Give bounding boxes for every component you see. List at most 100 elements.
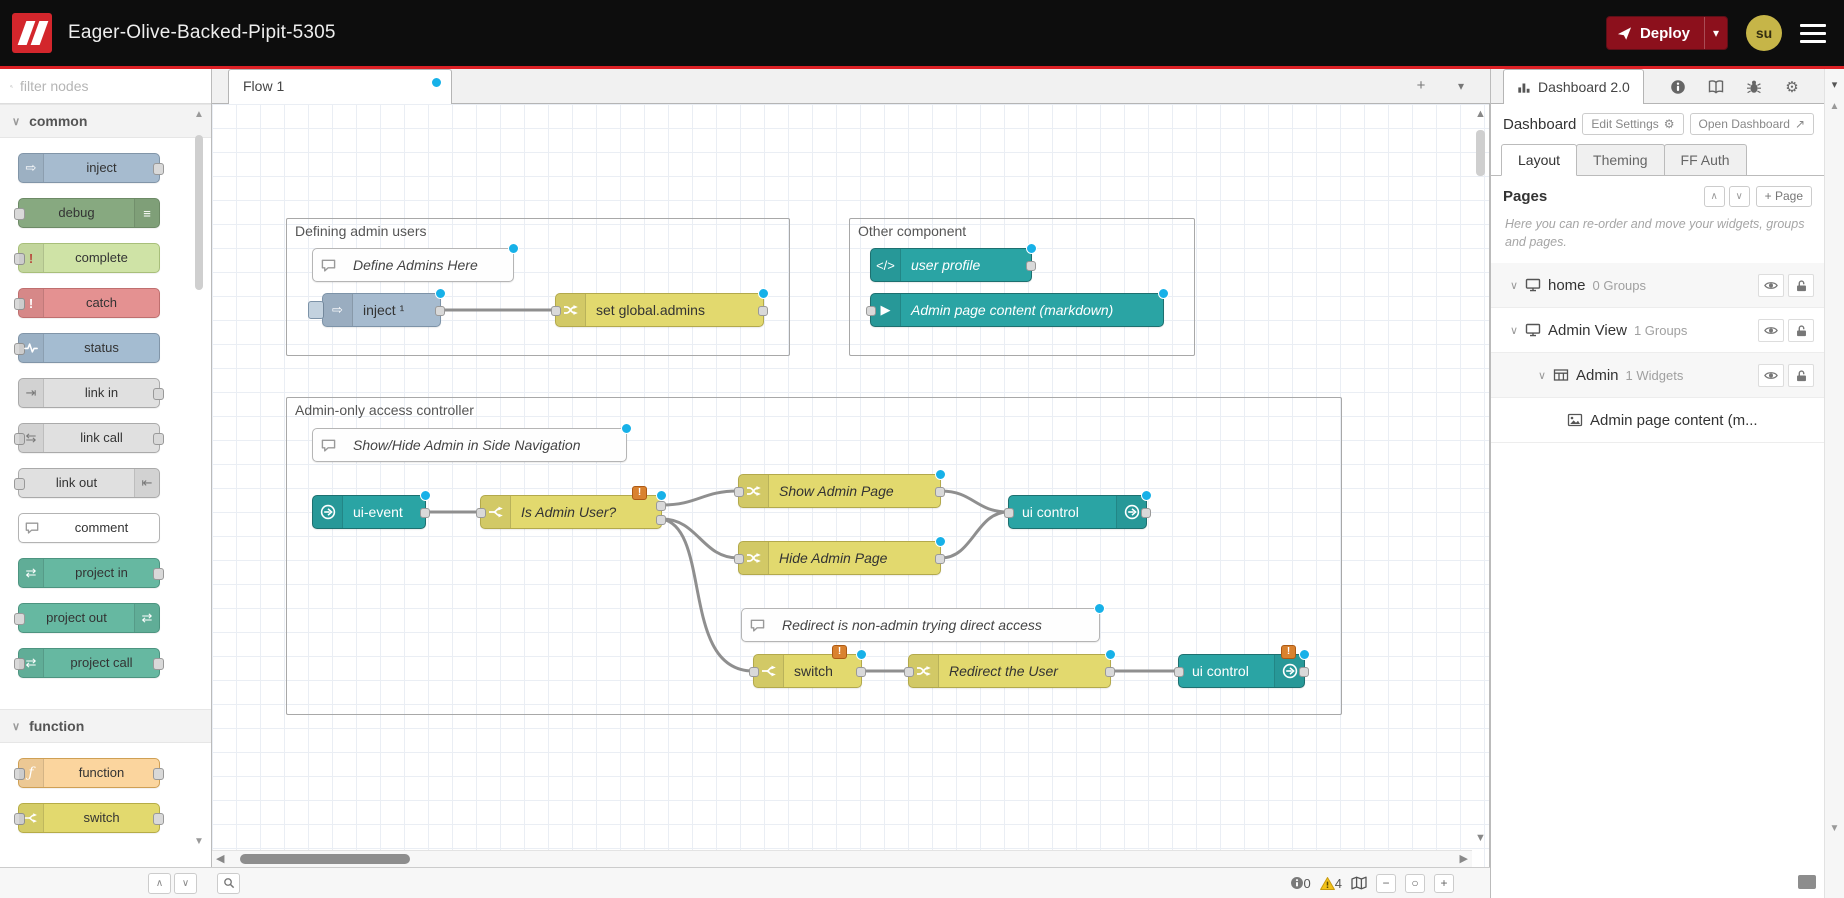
node-set-global-admins[interactable]: set global.admins xyxy=(555,293,764,327)
node-ui-control-2[interactable]: ui control ! xyxy=(1178,654,1305,688)
sidebar-resize-button[interactable] xyxy=(1798,875,1816,889)
tab-theming[interactable]: Theming xyxy=(1576,144,1664,175)
palette-node-project-in[interactable]: ⇄ project in xyxy=(18,558,160,588)
port-out-1[interactable] xyxy=(656,501,666,511)
palette-node-comment[interactable]: comment xyxy=(18,513,160,543)
chevron-down-icon[interactable]: ∨ xyxy=(1507,279,1521,292)
port-out[interactable] xyxy=(435,306,445,316)
tab-help[interactable] xyxy=(1697,69,1735,104)
port-in[interactable] xyxy=(866,306,876,316)
zoom-reset-button[interactable]: ○ xyxy=(1405,874,1425,893)
node-change-hide-admin-page[interactable]: Hide Admin Page xyxy=(738,541,941,575)
visibility-button[interactable] xyxy=(1758,274,1784,297)
scroll-up-icon[interactable]: ▲ xyxy=(1825,101,1844,112)
deploy-button[interactable]: Deploy ▾ xyxy=(1606,16,1728,50)
scroll-up-icon[interactable]: ▲ xyxy=(1475,108,1486,120)
tree-row-admin-group[interactable]: ∨ Admin 1 Widgets xyxy=(1491,353,1824,398)
lock-button[interactable] xyxy=(1788,319,1814,342)
zoom-out-button[interactable]: − xyxy=(1376,874,1396,893)
lock-button[interactable] xyxy=(1788,364,1814,387)
lock-button[interactable] xyxy=(1788,274,1814,297)
collapse-all-button[interactable]: ∧ xyxy=(1704,186,1725,207)
open-dashboard-button[interactable]: Open Dashboard ↗ xyxy=(1690,113,1814,135)
port-in[interactable] xyxy=(1174,667,1184,677)
tab-ff-auth[interactable]: FF Auth xyxy=(1664,144,1747,175)
node-switch[interactable]: switch ! xyxy=(753,654,862,688)
scroll-right-icon[interactable]: ▶ xyxy=(1460,852,1468,865)
node-change-redirect-the-user[interactable]: Redirect the User xyxy=(908,654,1111,688)
port-out[interactable] xyxy=(758,306,768,316)
navigator-toggle-button[interactable] xyxy=(1351,875,1367,892)
port-out-2[interactable] xyxy=(656,515,666,525)
sidebar-tabs-caret[interactable]: ▾ xyxy=(1825,78,1844,91)
node-comment-redirect[interactable]: Redirect is non-admin trying direct acce… xyxy=(741,608,1100,642)
add-page-button[interactable]: + Page xyxy=(1756,186,1812,207)
palette-node-status[interactable]: status xyxy=(18,333,160,363)
port-out[interactable] xyxy=(1105,667,1115,677)
scroll-up-icon[interactable]: ▲ xyxy=(192,109,206,120)
expand-all-button[interactable]: ∨ xyxy=(1729,186,1750,207)
node-inject[interactable]: ⇨ inject ¹ xyxy=(322,293,441,327)
palette-node-function[interactable]: ƒ function xyxy=(18,758,160,788)
wire[interactable] xyxy=(941,512,1008,558)
focus-up-button[interactable]: ∧ xyxy=(148,873,171,894)
search-flows-button[interactable] xyxy=(217,873,240,894)
tab-layout[interactable]: Layout xyxy=(1501,144,1577,176)
node-ui-control-1[interactable]: ui control xyxy=(1008,495,1147,529)
flow-canvas[interactable]: Defining admin users Other component Adm… xyxy=(212,104,1490,867)
tree-row-home[interactable]: ∨ home 0 Groups xyxy=(1491,263,1824,308)
tree-row-admin-view[interactable]: ∨ Admin View 1 Groups xyxy=(1491,308,1824,353)
palette-scrollbar-thumb[interactable] xyxy=(195,135,203,290)
palette-category-common[interactable]: ∨ common xyxy=(0,104,211,138)
node-change-show-admin-page[interactable]: Show Admin Page xyxy=(738,474,941,508)
focus-down-button[interactable]: ∨ xyxy=(174,873,197,894)
port-in[interactable] xyxy=(551,306,561,316)
inject-trigger-button[interactable] xyxy=(308,301,324,319)
scroll-left-icon[interactable]: ◀ xyxy=(216,852,224,865)
port-out[interactable] xyxy=(935,487,945,497)
main-menu-button[interactable] xyxy=(1800,24,1826,43)
port-in[interactable] xyxy=(734,487,744,497)
palette-filter-input[interactable] xyxy=(20,78,201,94)
scroll-down-icon[interactable]: ▼ xyxy=(192,836,206,847)
visibility-button[interactable] xyxy=(1758,319,1784,342)
port-out[interactable] xyxy=(1026,261,1036,271)
port-in[interactable] xyxy=(904,667,914,677)
tab-flow-1[interactable]: Flow 1 xyxy=(228,69,452,104)
user-avatar[interactable]: su xyxy=(1746,15,1782,51)
palette-node-link-in[interactable]: ⇥ link in xyxy=(18,378,160,408)
palette-node-link-call[interactable]: ⇆ link call xyxy=(18,423,160,453)
port-in[interactable] xyxy=(749,667,759,677)
chevron-down-icon[interactable]: ∨ xyxy=(1535,369,1549,382)
scroll-down-icon[interactable]: ▼ xyxy=(1475,832,1486,844)
node-comment-define-admins[interactable]: Define Admins Here xyxy=(312,248,514,282)
port-out[interactable] xyxy=(1141,508,1151,518)
palette-node-catch[interactable]: ! catch xyxy=(18,288,160,318)
scroll-down-icon[interactable]: ▼ xyxy=(1825,823,1844,834)
port-in[interactable] xyxy=(1004,508,1014,518)
tab-dashboard-2[interactable]: Dashboard 2.0 xyxy=(1503,69,1644,104)
vertical-scrollbar-thumb[interactable] xyxy=(1476,130,1485,176)
palette-node-inject[interactable]: ⇨ inject xyxy=(18,153,160,183)
palette-node-debug[interactable]: ≡ debug xyxy=(18,198,160,228)
tree-row-admin-page-content-widget[interactable]: Admin page content (m... xyxy=(1491,398,1824,443)
node-ui-template-admin-page-content[interactable]: ▶ Admin page content (markdown) xyxy=(870,293,1164,327)
add-flow-button[interactable]: + xyxy=(1408,73,1434,99)
warning-count-indicator[interactable]: 4 xyxy=(1320,876,1342,891)
edit-settings-button[interactable]: Edit Settings ⚙ xyxy=(1582,113,1683,135)
tab-debug[interactable] xyxy=(1735,69,1773,104)
port-out[interactable] xyxy=(935,554,945,564)
palette-node-switch[interactable]: switch xyxy=(18,803,160,833)
port-in[interactable] xyxy=(734,554,744,564)
flow-list-caret[interactable]: ▾ xyxy=(1448,73,1474,99)
deploy-options-caret[interactable]: ▾ xyxy=(1704,17,1727,49)
node-ui-event[interactable]: ui-event xyxy=(312,495,426,529)
tab-info[interactable] xyxy=(1659,69,1697,104)
palette-category-function[interactable]: ∨ function xyxy=(0,709,211,743)
port-out[interactable] xyxy=(856,667,866,677)
palette-node-project-out[interactable]: ⇄ project out xyxy=(18,603,160,633)
node-comment-show-hide-admin[interactable]: Show/Hide Admin in Side Navigation xyxy=(312,428,627,462)
node-ui-template-user-profile[interactable]: </> user profile xyxy=(870,248,1032,282)
palette-node-complete[interactable]: ! complete xyxy=(18,243,160,273)
palette-node-link-out[interactable]: ⇤ link out xyxy=(18,468,160,498)
